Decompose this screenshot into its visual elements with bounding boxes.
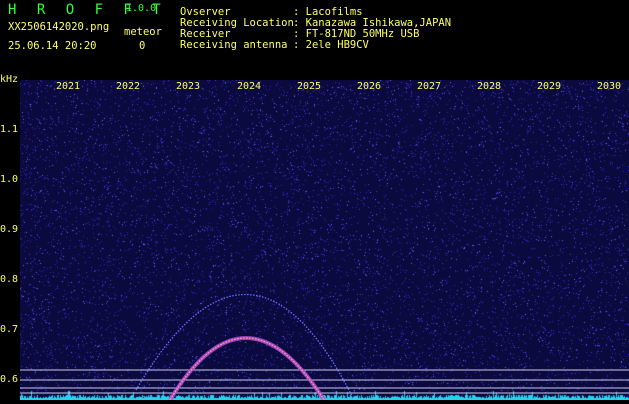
spectrogram-overlay bbox=[20, 293, 629, 400]
y-tick: 1.0 bbox=[0, 174, 19, 185]
x-tick: 2029 bbox=[537, 81, 562, 92]
x-tick: 2025 bbox=[297, 81, 322, 92]
meteor-label: meteor bbox=[124, 26, 162, 38]
x-tick: 2022 bbox=[116, 81, 141, 92]
spectrogram-panel bbox=[20, 80, 629, 400]
y-tick: 1.1 bbox=[0, 124, 19, 135]
antenna-label: Receiving antenna bbox=[180, 39, 288, 51]
antenna-value: : 2ele HB9CV bbox=[293, 39, 369, 51]
x-tick: 2024 bbox=[237, 81, 262, 92]
file-datetime: 25.06.14 20:20 bbox=[8, 40, 97, 52]
y-tick: 0.9 bbox=[0, 224, 19, 235]
x-tick: 2023 bbox=[176, 81, 201, 92]
y-tick: 0.6 bbox=[0, 374, 19, 385]
x-tick: 2026 bbox=[357, 81, 382, 92]
x-tick: 2030 bbox=[597, 81, 622, 92]
y-tick: 0.7 bbox=[0, 324, 19, 335]
x-tick: 2021 bbox=[56, 81, 81, 92]
app-version: 1.0.0 bbox=[126, 3, 157, 14]
x-tick: 2027 bbox=[417, 81, 442, 92]
file-name: XX2506142020.png bbox=[8, 21, 110, 33]
y-axis-unit: kHz bbox=[0, 74, 19, 85]
meteor-count: 0 bbox=[139, 40, 146, 52]
x-tick: 2028 bbox=[477, 81, 502, 92]
lower-trace-glow bbox=[168, 336, 326, 400]
upper-trace bbox=[135, 293, 353, 397]
y-tick: 0.8 bbox=[0, 274, 19, 285]
